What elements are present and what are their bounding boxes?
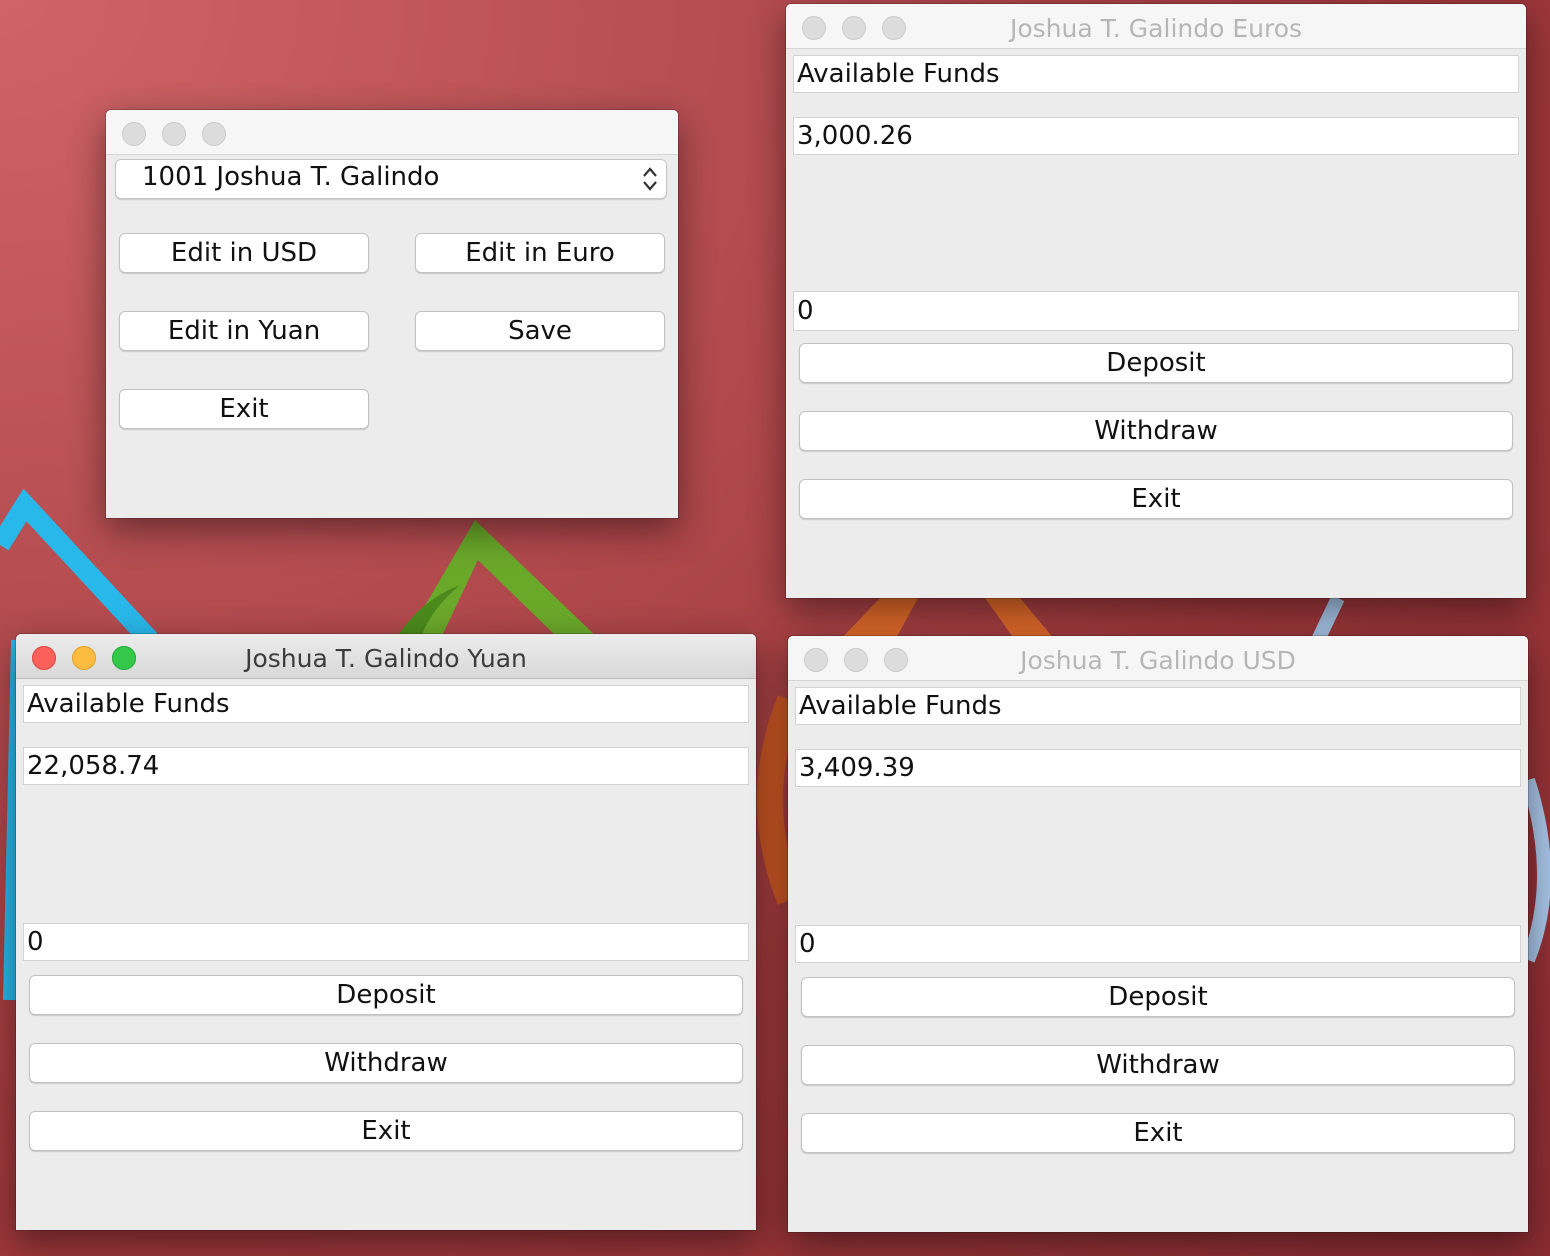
window-title: Joshua T. Galindo Yuan xyxy=(245,644,527,673)
wallpaper-orange-arc xyxy=(757,695,803,905)
amount-field[interactable]: 0 xyxy=(23,923,749,961)
account-select[interactable]: 1001 Joshua T. Galindo xyxy=(115,159,667,199)
exit-button[interactable]: Exit xyxy=(119,389,369,429)
amount-field[interactable]: 0 xyxy=(793,291,1519,331)
amount-field[interactable]: 0 xyxy=(795,925,1521,963)
funds-label-field[interactable]: Available Funds xyxy=(795,687,1521,725)
exit-button[interactable]: Exit xyxy=(29,1111,743,1151)
wallpaper-green-shape xyxy=(405,520,600,640)
withdraw-button[interactable]: Withdraw xyxy=(29,1043,743,1083)
main-window: 1001 Joshua T. Galindo Edit in USD Edit … xyxy=(106,110,678,518)
account-select-value: 1001 Joshua T. Galindo xyxy=(142,162,440,192)
edit-yuan-button[interactable]: Edit in Yuan xyxy=(119,311,369,351)
save-button[interactable]: Save xyxy=(415,311,665,351)
chevron-updown-icon xyxy=(643,167,657,191)
zoom-icon[interactable] xyxy=(202,122,226,146)
yuan-window: Joshua T. Galindo Yuan Available Funds 2… xyxy=(16,634,756,1230)
funds-value-field[interactable]: 3,000.26 xyxy=(793,117,1519,155)
close-icon[interactable] xyxy=(122,122,146,146)
deposit-button[interactable]: Deposit xyxy=(799,343,1513,383)
exit-button[interactable]: Exit xyxy=(801,1113,1515,1153)
funds-value-field[interactable]: 22,058.74 xyxy=(23,747,749,785)
euro-window: Joshua T. Galindo Euros Available Funds … xyxy=(786,4,1526,598)
euro-titlebar[interactable]: Joshua T. Galindo Euros xyxy=(786,4,1526,49)
usd-titlebar[interactable]: Joshua T. Galindo USD xyxy=(788,636,1528,681)
usd-window: Joshua T. Galindo USD Available Funds 3,… xyxy=(788,636,1528,1232)
withdraw-button[interactable]: Withdraw xyxy=(801,1045,1515,1085)
main-titlebar[interactable] xyxy=(106,110,678,155)
minimize-icon[interactable] xyxy=(162,122,186,146)
edit-usd-button[interactable]: Edit in USD xyxy=(119,233,369,273)
wallpaper-orange-shape xyxy=(840,598,918,640)
deposit-button[interactable]: Deposit xyxy=(29,975,743,1015)
wallpaper-blue-shape xyxy=(0,488,158,647)
funds-value-field[interactable]: 3,409.39 xyxy=(795,749,1521,787)
exit-button[interactable]: Exit xyxy=(799,479,1513,519)
window-title: Joshua T. Galindo Euros xyxy=(1009,14,1303,43)
funds-label-field[interactable]: Available Funds xyxy=(793,55,1519,93)
withdraw-button[interactable]: Withdraw xyxy=(799,411,1513,451)
deposit-button[interactable]: Deposit xyxy=(801,977,1515,1017)
yuan-titlebar[interactable]: Joshua T. Galindo Yuan xyxy=(16,634,756,679)
window-title: Joshua T. Galindo USD xyxy=(1020,646,1296,675)
edit-euro-button[interactable]: Edit in Euro xyxy=(415,233,665,273)
funds-label-field[interactable]: Available Funds xyxy=(23,685,749,723)
wallpaper-orange-shape-2 xyxy=(985,598,1055,640)
